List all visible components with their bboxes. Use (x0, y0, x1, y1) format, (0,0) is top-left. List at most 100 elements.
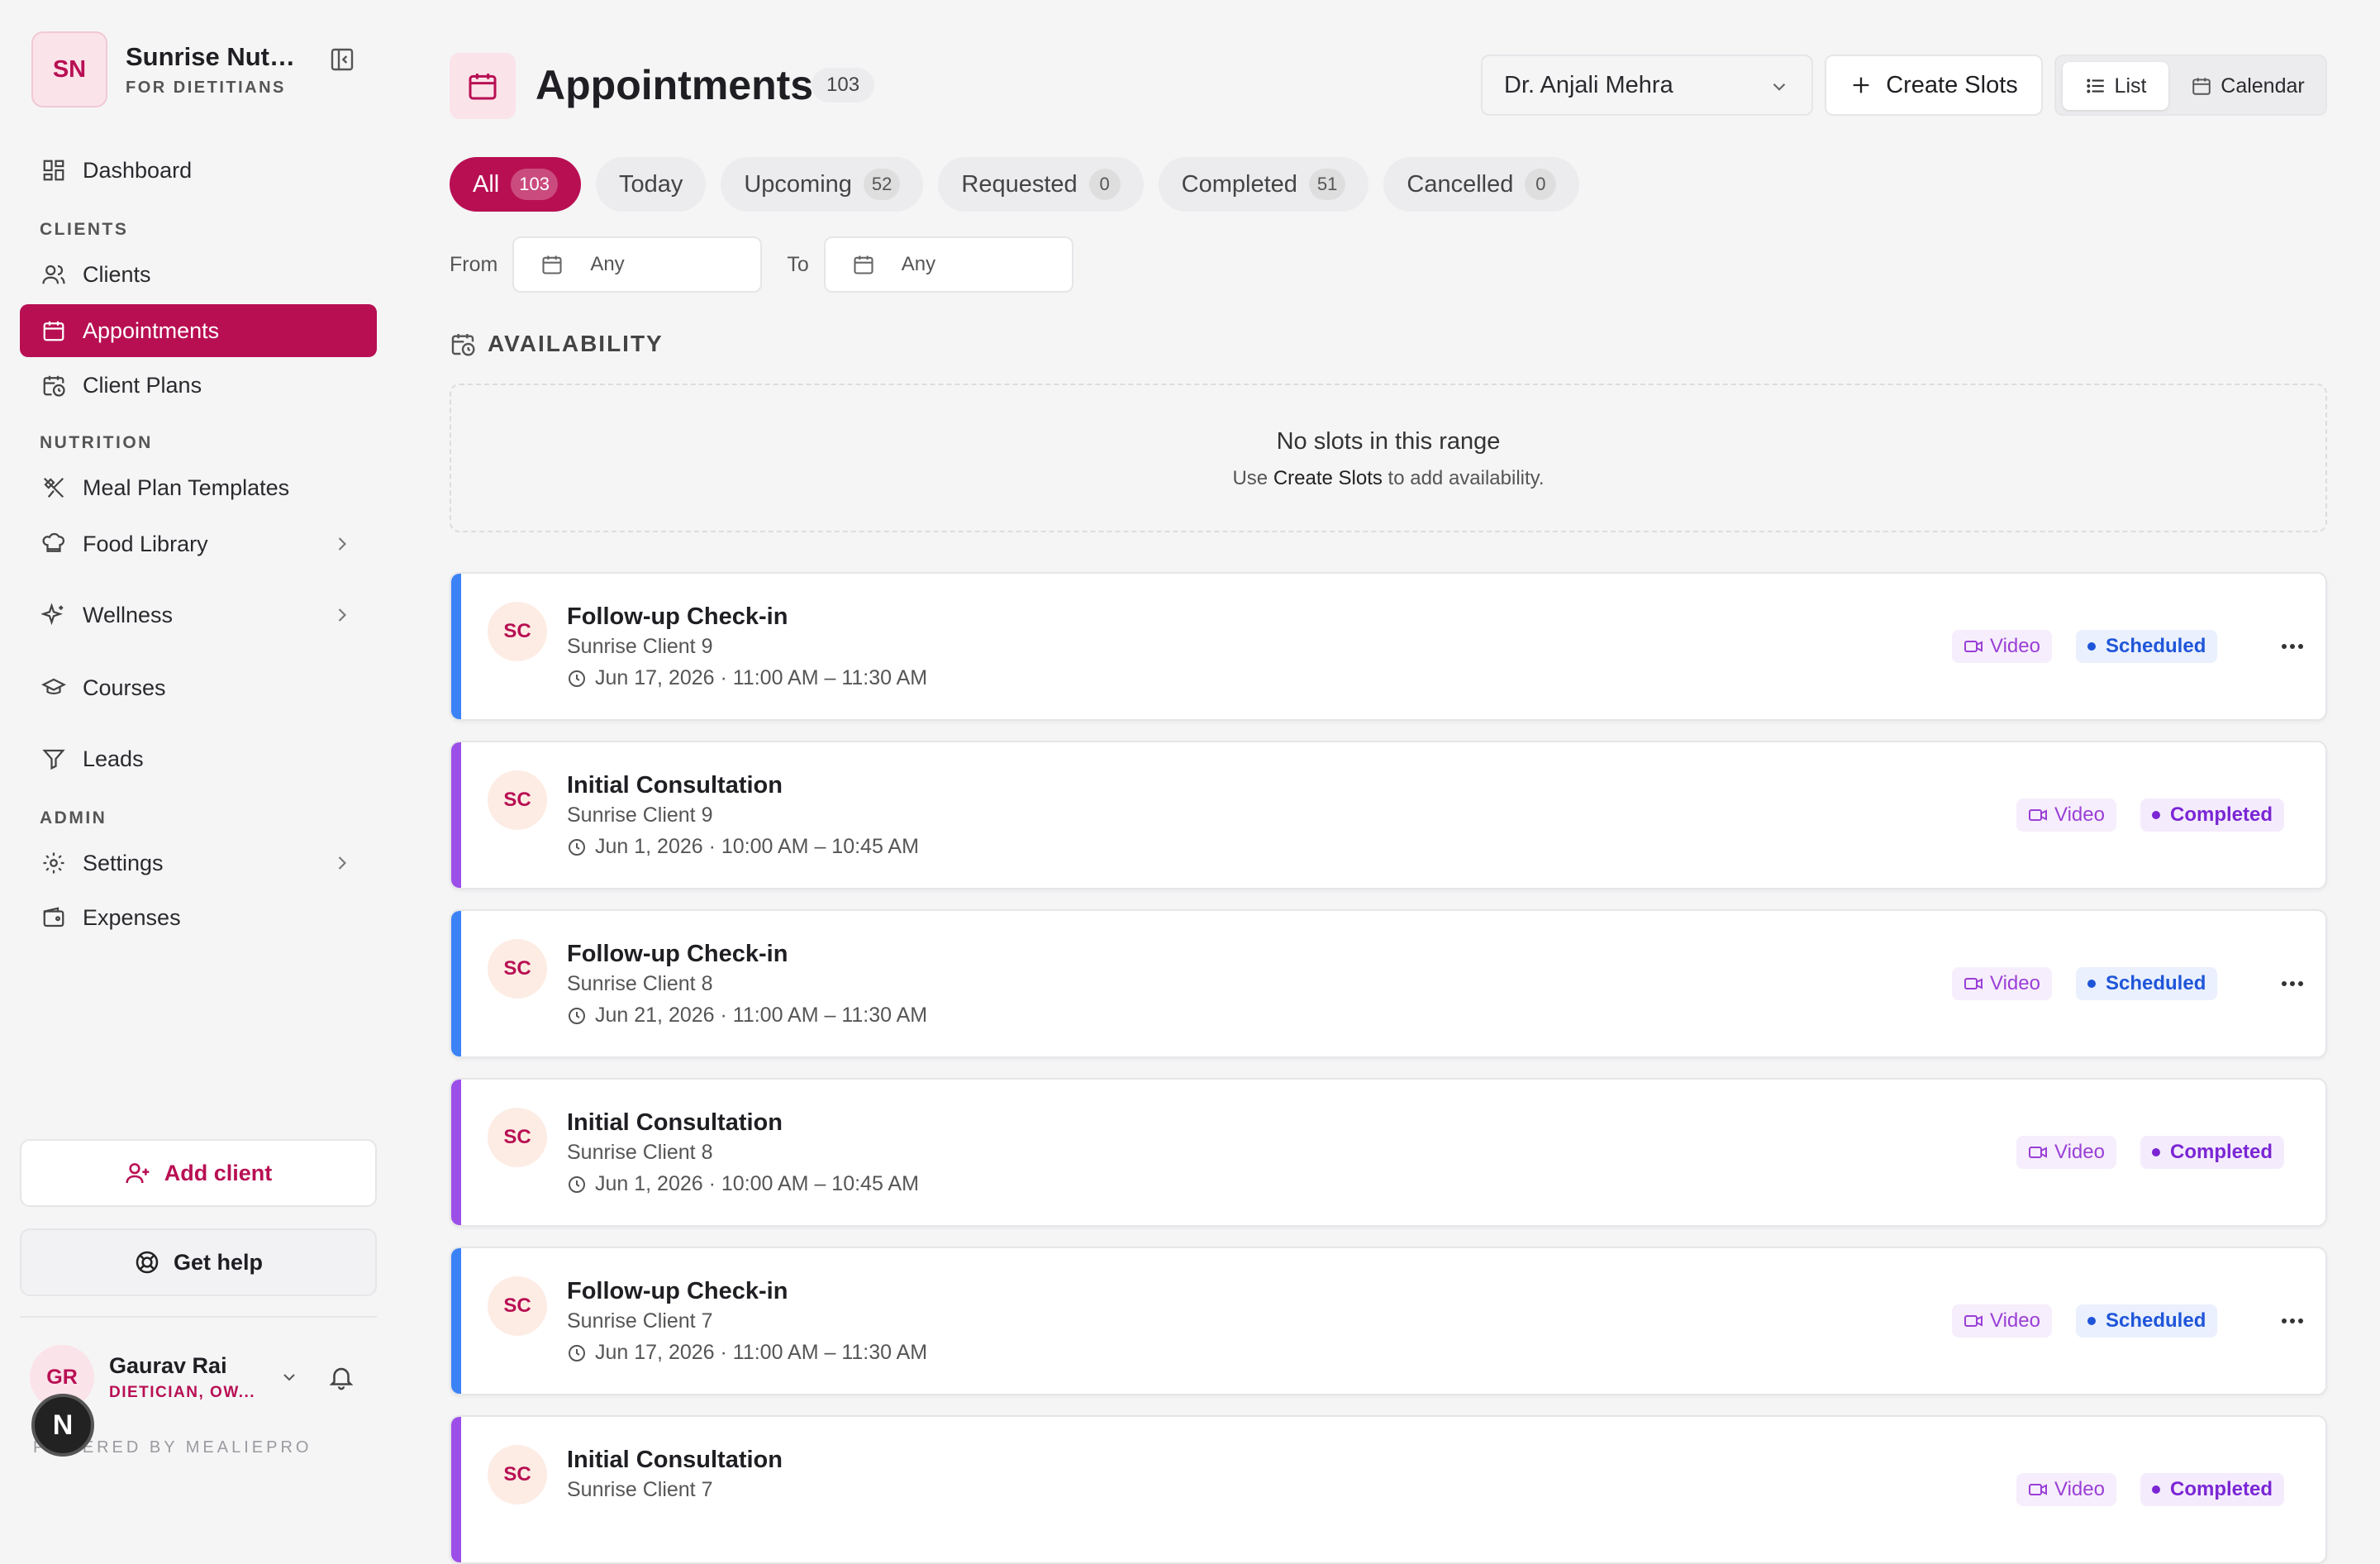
video-icon (2028, 1142, 2048, 1162)
wallet-icon (40, 904, 68, 932)
mode-badge-label: Video (1990, 635, 2040, 657)
appointment-card[interactable]: SC Follow-up Check-in Sunrise Client 7 Jun … (450, 1247, 2327, 1395)
sidebar-item-label: Courses (83, 675, 166, 700)
plus-icon (1849, 74, 1873, 97)
more-options-icon[interactable] (2276, 1306, 2309, 1336)
gear-icon (40, 849, 68, 877)
user-name: Gaurav Rai (109, 1352, 227, 1378)
appointment-card[interactable]: SC Follow-up Check-in Sunrise Client 9 Jun … (450, 572, 2327, 721)
tab-requested[interactable]: Requested 0 (938, 157, 1144, 212)
tab-count: 103 (511, 169, 558, 200)
collapse-sidebar-icon[interactable] (329, 46, 355, 73)
sidebar-item-clients[interactable]: Clients (20, 248, 377, 301)
section-label-nutrition: NUTRITION (40, 433, 153, 452)
to-date-input[interactable]: Any (823, 236, 1073, 293)
from-label: From (450, 252, 498, 276)
brand[interactable]: SN Sunrise Nutrition FOR DIETITIANS (31, 31, 299, 107)
sidebar-item-label: Settings (83, 850, 164, 875)
utensils-crossed-icon (40, 474, 68, 502)
tab-count: 0 (1088, 169, 1121, 200)
n-badge-button[interactable]: N (31, 1394, 94, 1457)
graduation-cap-icon (40, 674, 68, 702)
status-badge-label: Scheduled (2106, 635, 2206, 657)
status-bar (451, 911, 461, 1056)
appointment-datetime: Jun 17, 2026 · 11:00 AM – 11:30 AM (567, 666, 927, 690)
get-help-button[interactable]: Get help (20, 1228, 377, 1296)
page-title: Appointments (536, 62, 814, 108)
mode-badge: Video (2016, 799, 2116, 832)
appointment-client: Sunrise Client 8 (567, 1141, 713, 1164)
sidebar-item-label: Clients (83, 261, 151, 287)
empty-sub-post: to add availability. (1382, 467, 1545, 489)
doctor-select-value: Dr. Anjali Mehra (1504, 71, 1673, 98)
sidebar-item-settings[interactable]: Settings (20, 837, 377, 889)
appointment-title: Follow-up Check-in (567, 1278, 788, 1304)
sidebar-item-wellness[interactable]: Wellness (20, 589, 377, 641)
appointment-client: Sunrise Client 9 (567, 635, 713, 658)
status-bar (451, 574, 461, 719)
sidebar-item-label: Meal Plan Templates (83, 474, 290, 500)
calendar-clock-icon (40, 371, 68, 399)
mode-badge-label: Video (1990, 972, 2040, 994)
tab-today[interactable]: Today (595, 157, 707, 212)
appointment-datetime-text: Jun 1, 2026 · 10:00 AM – 10:45 AM (595, 835, 919, 858)
status-badge: Completed (2140, 1136, 2285, 1169)
clock-icon (567, 1006, 587, 1026)
sidebar-divider (20, 1316, 377, 1318)
calendar-icon (450, 53, 516, 119)
calendar-icon (2191, 75, 2212, 97)
empty-state-title: No slots in this range (1276, 428, 1501, 455)
status-badge: Scheduled (2076, 1304, 2218, 1338)
status-bar (451, 742, 461, 888)
appointment-card[interactable]: SC Follow-up Check-in Sunrise Client 8 Jun … (450, 909, 2327, 1058)
brand-logo: SN (31, 31, 107, 107)
sidebar-item-courses[interactable]: Courses (20, 661, 377, 714)
tab-count: 52 (863, 169, 901, 200)
add-client-label: Add client (164, 1160, 273, 1185)
view-list-button[interactable]: List (2063, 62, 2168, 110)
add-client-button[interactable]: Add client (20, 1139, 377, 1207)
from-date-input[interactable]: Any (512, 236, 763, 293)
sidebar-item-dashboard[interactable]: Dashboard (20, 144, 377, 197)
more-options-icon[interactable] (2276, 632, 2309, 661)
appointment-card[interactable]: SC Initial Consultation Sunrise Client 7 Vi… (450, 1415, 2327, 1564)
appointment-datetime: Jun 1, 2026 · 10:00 AM – 10:45 AM (567, 1172, 919, 1196)
doctor-select[interactable]: Dr. Anjali Mehra (1481, 55, 1813, 116)
tab-cancelled[interactable]: Cancelled 0 (1383, 157, 1580, 212)
status-badge: Scheduled (2076, 967, 2218, 1000)
tab-label: Completed (1181, 170, 1297, 198)
sidebar-item-appointments[interactable]: Appointments (20, 304, 377, 357)
availability-heading-label: AVAILABILITY (488, 331, 664, 356)
sidebar-item-food-library[interactable]: Food Library (20, 517, 377, 570)
dashboard-icon (40, 156, 68, 184)
date-filter: From Any To Any (450, 236, 1098, 293)
sidebar-item-meal-plan-templates[interactable]: Meal Plan Templates (20, 461, 377, 514)
sidebar-item-client-plans[interactable]: Client Plans (20, 359, 377, 412)
tab-upcoming[interactable]: Upcoming 52 (721, 157, 924, 212)
status-badge-label: Completed (2170, 1478, 2273, 1500)
user-plus-icon (125, 1160, 151, 1186)
bell-icon[interactable] (327, 1363, 355, 1391)
brand-name: Sunrise Nutrition (126, 41, 299, 71)
create-slots-button[interactable]: Create Slots (1825, 55, 2043, 116)
status-dot (2087, 1317, 2096, 1325)
sidebar-item-leads[interactable]: Leads (20, 732, 377, 785)
client-avatar: SC (488, 1108, 547, 1167)
sidebar: SN Sunrise Nutrition FOR DIETITIANS Dash… (0, 0, 393, 1488)
appointment-datetime-text: Jun 21, 2026 · 11:00 AM – 11:30 AM (595, 1004, 928, 1027)
appointment-card[interactable]: SC Initial Consultation Sunrise Client 9 Ju… (450, 741, 2327, 889)
availability-empty-state: No slots in this range Use Create Slots … (450, 384, 2327, 532)
status-dot (2152, 811, 2160, 819)
status-dot (2087, 980, 2096, 988)
appointment-card[interactable]: SC Initial Consultation Sunrise Client 8 Ju… (450, 1078, 2327, 1227)
calendar-clock-icon (450, 331, 476, 357)
tab-completed[interactable]: Completed 51 (1158, 157, 1369, 212)
sidebar-item-expenses[interactable]: Expenses (20, 891, 377, 944)
sidebar-item-label: Dashboard (83, 157, 193, 183)
from-date-value: Any (590, 253, 625, 275)
tab-label: Requested (961, 170, 1078, 198)
tab-all[interactable]: All 103 (450, 157, 581, 212)
appointment-datetime: Jun 1, 2026 · 10:00 AM – 10:45 AM (567, 835, 919, 859)
view-calendar-button[interactable]: Calendar (2175, 62, 2320, 110)
more-options-icon[interactable] (2276, 969, 2309, 999)
